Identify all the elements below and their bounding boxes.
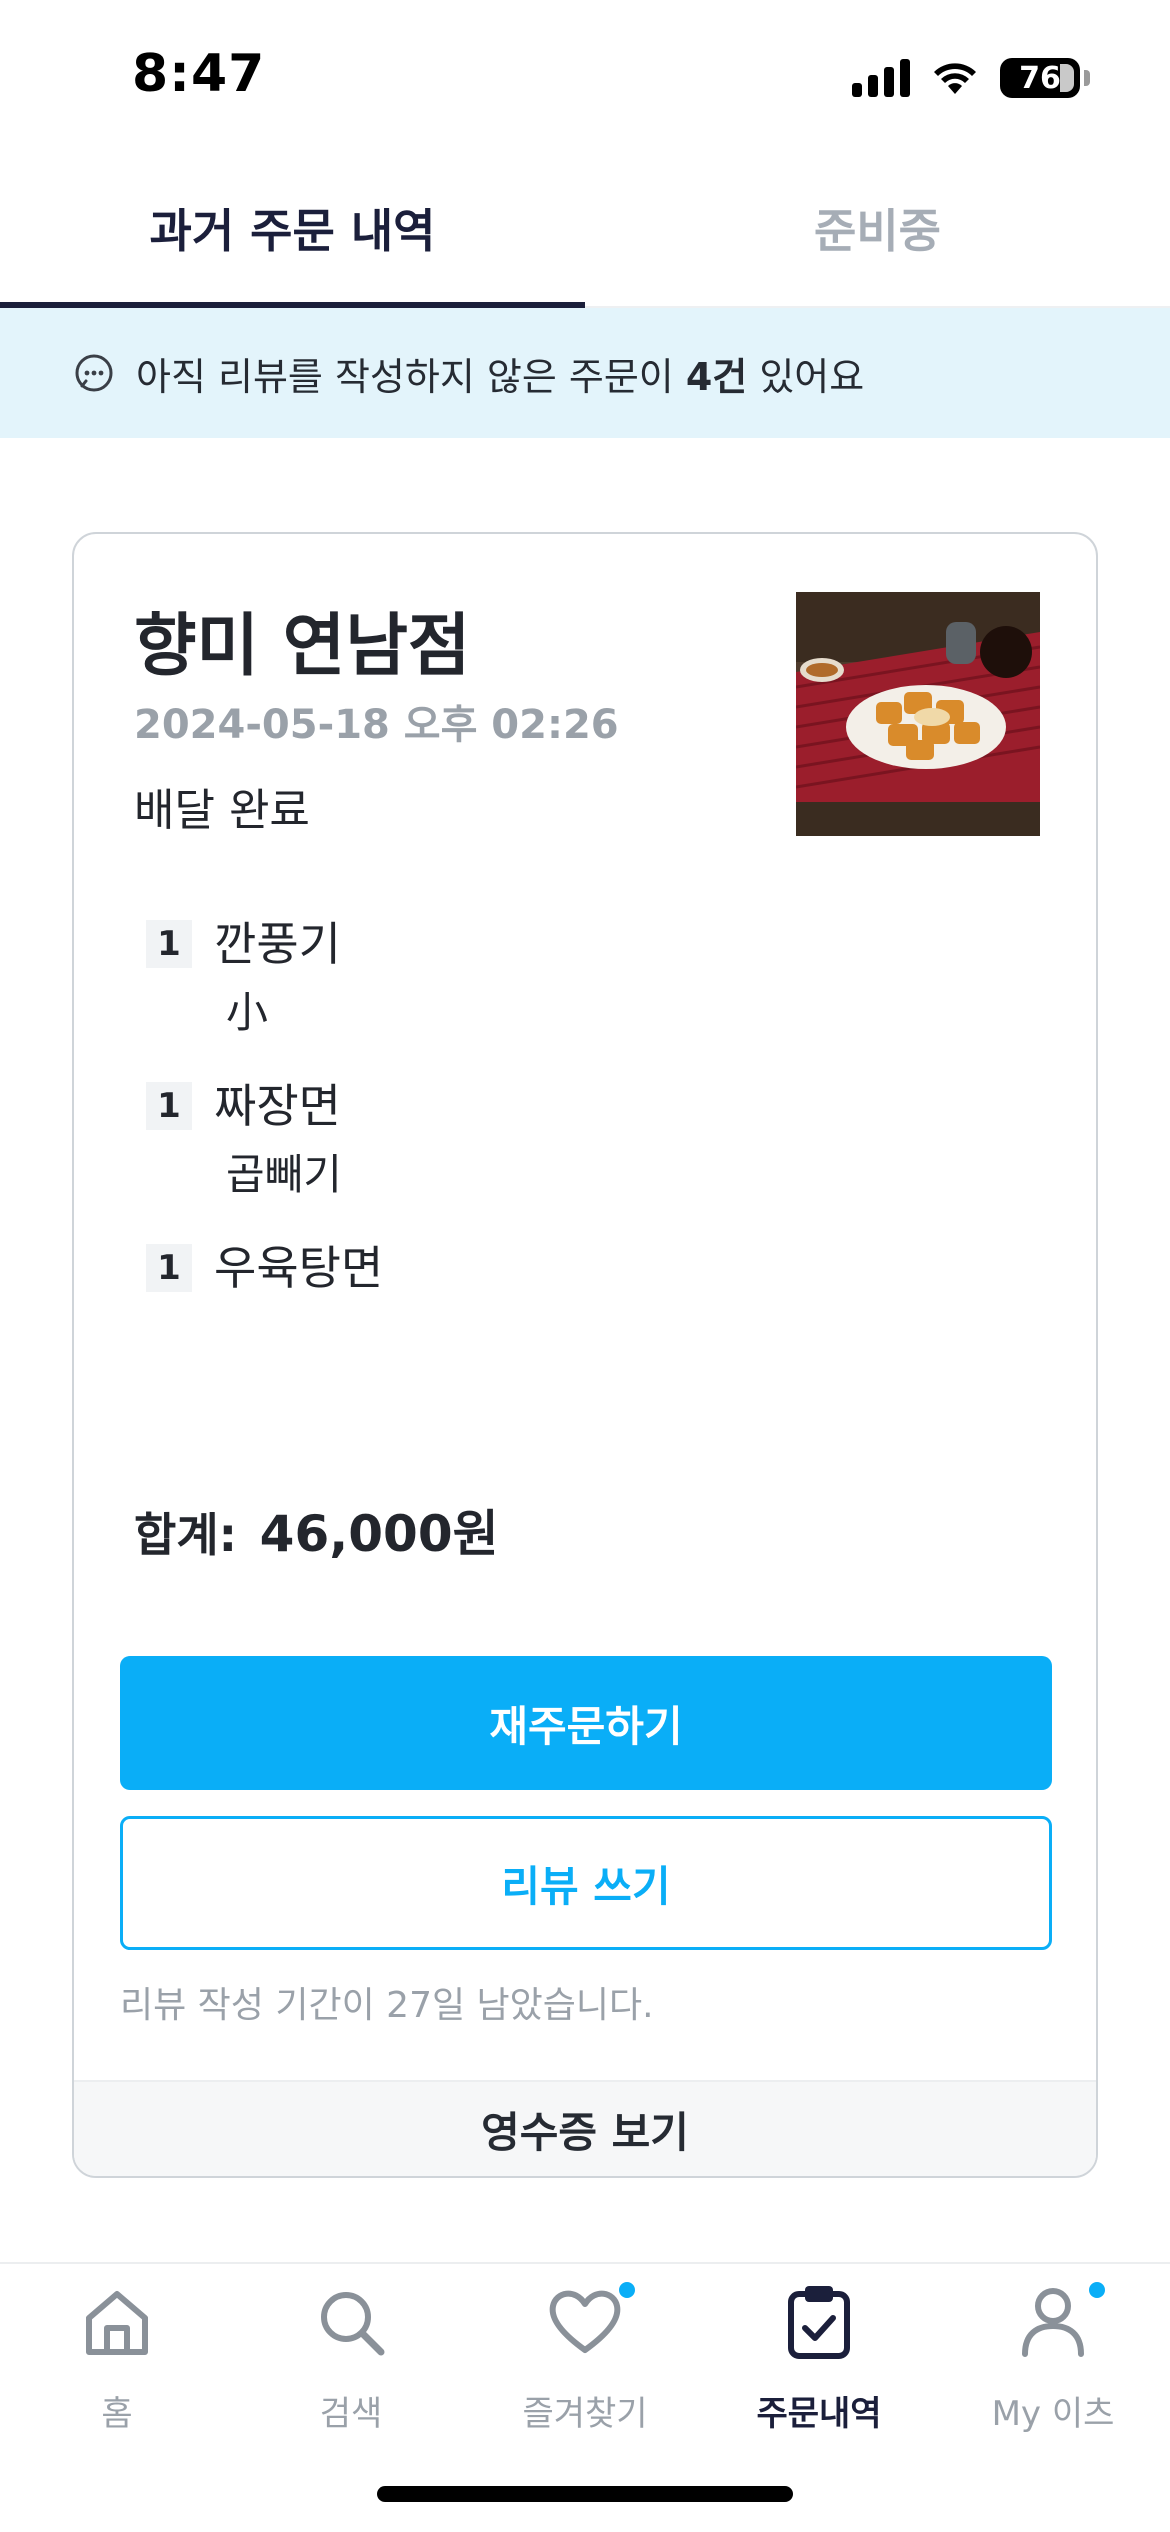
order-item: 1 깐풍기 小 [146,914,946,1042]
nav-label: 검색 [319,2394,383,2434]
nav-label: 홈 [101,2394,133,2434]
chat-bubble-icon [75,354,113,392]
item-name: 짜장면 [214,1079,341,1133]
battery-level-text: 76 [1019,60,1061,96]
status-time: 8:47 [132,44,266,104]
item-name: 우육탕면 [214,1241,384,1295]
heart-icon [545,2282,635,2362]
order-item: 1 짜장면 곱빼기 [146,1076,946,1204]
banner-text-before: 아직 리뷰를 작성하지 않은 주문이 [136,354,686,399]
order-items-list: 1 깐풍기 小 1 짜장면 곱빼기 1 우육탕면 [146,914,946,1332]
banner-text: 아직 리뷰를 작성하지 않은 주문이 4건 있어요 [136,346,864,401]
nav-orders[interactable]: 주문내역 [702,2282,936,2435]
order-status: 배달 완료 [134,785,310,836]
item-option: 곱빼기 [226,1150,342,1199]
cellular-signal-icon [852,59,910,97]
review-deadline-text: 리뷰 작성 기간이 27일 남았습니다. [120,1985,654,2026]
order-tabs: 과거 주문 내역 준비중 [0,150,1170,308]
item-quantity: 1 [146,1082,192,1130]
nav-label: 즐겨찾기 [522,2394,648,2434]
home-indicator[interactable] [377,2486,793,2502]
nav-label: My 이츠 [991,2394,1115,2434]
reorder-button[interactable]: 재주문하기 [120,1656,1052,1790]
banner-text-after: 있어요 [747,354,865,399]
nav-favorites[interactable]: 즐겨찾기 [468,2282,702,2435]
wifi-icon [932,60,978,96]
item-quantity: 1 [146,1244,192,1292]
home-icon [77,2282,157,2362]
notification-dot [1089,2282,1105,2298]
nav-search[interactable]: 검색 [234,2282,468,2435]
status-icons: 76 [852,56,1090,100]
banner-count: 4건 [685,354,748,399]
nav-my-eats[interactable]: My 이츠 [936,2282,1170,2435]
person-icon [1013,2282,1105,2362]
view-receipt-button[interactable]: 영수증 보기 [74,2080,1096,2176]
store-name[interactable]: 향미 연남점 [134,590,470,689]
total-value: 46,000원 [259,1505,499,1563]
item-quantity: 1 [146,920,192,968]
order-total: 합계: 46,000원 [134,1494,499,1566]
notification-dot [619,2282,635,2298]
tab-preparing[interactable]: 준비중 [585,150,1170,306]
nav-label: 주문내역 [756,2394,882,2434]
order-item: 1 우육탕면 [146,1238,946,1298]
battery-tip [1084,70,1090,86]
search-icon [311,2282,391,2362]
nav-home[interactable]: 홈 [0,2282,234,2435]
order-card: 향미 연남점 2024-05-18 오후 02:26 배달 완료 1 깐풍기 小… [72,532,1098,2178]
item-option: 小 [226,988,269,1037]
review-reminder-banner[interactable]: 아직 리뷰를 작성하지 않은 주문이 4건 있어요 [0,308,1170,438]
tab-past-orders[interactable]: 과거 주문 내역 [0,150,585,308]
clipboard-check-icon [779,2282,859,2362]
item-name: 깐풍기 [214,917,341,971]
total-label: 합계: [134,1508,238,1562]
battery-icon: 76 [1000,58,1080,98]
order-date: 2024-05-18 오후 02:26 [134,702,619,748]
store-food-photo [796,592,1040,836]
write-review-button[interactable]: 리뷰 쓰기 [120,1816,1052,1950]
status-bar: 8:47 76 [0,0,1170,150]
